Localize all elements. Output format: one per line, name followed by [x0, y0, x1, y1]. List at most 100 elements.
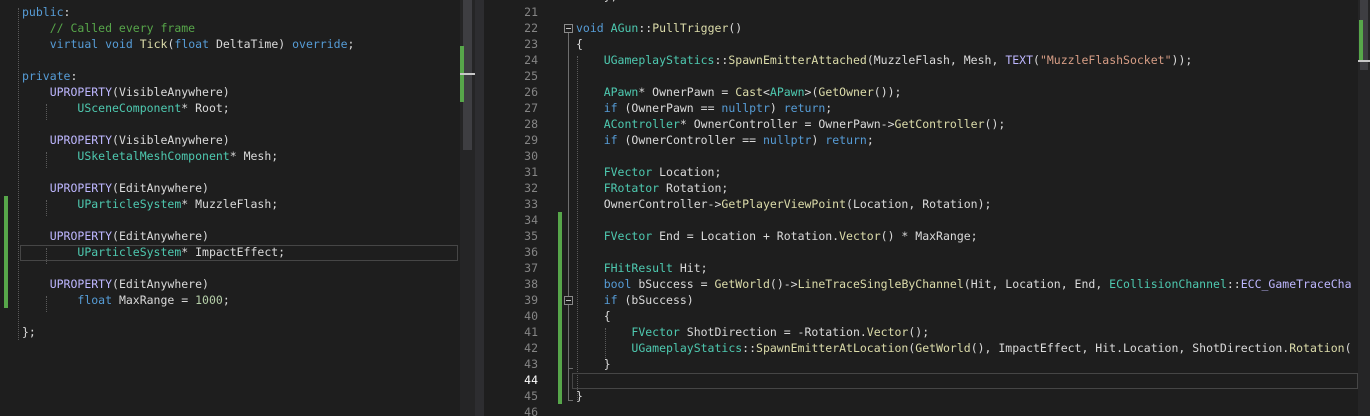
code-line[interactable]: FRotator Rotation;	[576, 180, 729, 196]
code-line[interactable]: UParticleSystem* ImpactEffect;	[22, 244, 285, 260]
code-line[interactable]: UPROPERTY(VisibleAnywhere)	[22, 132, 230, 148]
code-token: (VisibleAnywhere)	[112, 85, 230, 99]
left-code-editor[interactable]: public: // Called every frame virtual vo…	[0, 0, 475, 416]
line-number: 43	[524, 357, 538, 371]
code-token: Vector	[839, 229, 881, 243]
code-line[interactable]: };	[22, 324, 36, 340]
code-line[interactable]: AController* OwnerController = OwnerPawn…	[576, 116, 1006, 132]
code-line[interactable]: FVector ShotDirection = -Rotation.Vector…	[576, 324, 929, 340]
code-line[interactable]: APawn* OwnerPawn = Cast<APawn>(GetOwner(…	[576, 84, 902, 100]
code-token: UPROPERTY	[49, 229, 113, 243]
code-line[interactable]: float MaxRange = 1000;	[22, 292, 229, 308]
line-number: 26	[524, 85, 538, 99]
code-token: ()->	[769, 277, 798, 291]
code-line[interactable]: USceneComponent* Root;	[22, 100, 229, 116]
line-number: 41	[524, 325, 538, 339]
code-line[interactable]: USkeletalMeshComponent* Mesh;	[22, 148, 278, 164]
code-line[interactable]: if (bSuccess)	[576, 292, 694, 308]
code-line[interactable]: }	[576, 388, 583, 404]
code-line[interactable]: void AGun::PullTrigger()	[576, 20, 742, 36]
code-token: ;	[866, 133, 874, 147]
code-line[interactable]: };	[576, 0, 618, 4]
code-line[interactable]: FHitResult Hit;	[576, 260, 708, 276]
code-line[interactable]: OwnerController->GetPlayerViewPoint(Loca…	[576, 196, 992, 212]
change-indicator	[558, 212, 562, 404]
code-token: override	[292, 37, 348, 51]
code-line[interactable]: // Called every frame	[22, 20, 195, 36]
code-line[interactable]: UPROPERTY(EditAnywhere)	[22, 180, 209, 196]
line-number: 36	[524, 245, 538, 259]
code-line[interactable]: if (OwnerController == nullptr) return;	[576, 132, 874, 148]
line-number: 45	[524, 389, 538, 403]
collapse-toggle-icon[interactable]	[564, 24, 573, 33]
code-token: End = Location + Rotation.	[652, 229, 840, 243]
code-token: ECC_GameTraceCha	[1240, 277, 1352, 291]
left-vertical-scrollbar[interactable]	[460, 0, 475, 416]
collapse-toggle-icon[interactable]	[564, 296, 573, 305]
code-line[interactable]: private:	[22, 68, 77, 84]
code-token: GetWorld	[915, 341, 971, 355]
code-token: nullptr	[762, 133, 812, 147]
line-number: 24	[524, 53, 538, 67]
code-token: MaxRange =	[112, 293, 196, 307]
code-token: UPROPERTY	[49, 181, 113, 195]
code-token: Vector	[866, 325, 909, 339]
pane-splitter[interactable]	[475, 0, 484, 416]
code-token: UParticleSystem	[77, 197, 182, 211]
code-line[interactable]: public:	[22, 4, 70, 20]
code-token: float	[174, 37, 210, 51]
code-line[interactable]: UPROPERTY(EditAnywhere)	[22, 276, 209, 292]
code-token: FHitResult	[603, 261, 673, 275]
code-token: FVector	[631, 325, 680, 339]
right-code-editor[interactable]: 21 22 23 24 25 26 27 28 29 30 31 32 33 34 35 36 37 38 39 40…	[484, 0, 1370, 416]
code-line[interactable]: {	[576, 308, 611, 324]
code-line[interactable]: UPROPERTY(EditAnywhere)	[22, 228, 209, 244]
code-token: (OwnerPawn ==	[617, 101, 722, 115]
code-line[interactable]: FVector Location;	[576, 164, 722, 180]
code-token: * OwnerPawn =	[638, 85, 736, 99]
line-number: 21	[524, 5, 538, 19]
code-line[interactable]: virtual void Tick(float DeltaTime) overr…	[22, 36, 355, 52]
code-line[interactable]: bool bSuccess = GetWorld()->LineTraceSin…	[576, 276, 1352, 292]
code-line[interactable]: {	[576, 36, 583, 52]
code-line[interactable]: UGameplayStatics::SpawnEmitterAtLocation…	[576, 340, 1351, 356]
code-token: (bSuccess)	[617, 293, 694, 307]
code-token: ::	[714, 53, 729, 67]
code-line[interactable]: UParticleSystem* MuzzleFlash;	[22, 196, 278, 212]
code-token: (	[1033, 53, 1040, 67]
code-token: (), ImpactEffect, Hit.Location, ShotDire…	[970, 341, 1290, 355]
code-line[interactable]: if (OwnerPawn == nullptr) return;	[576, 100, 833, 116]
code-token: APawn	[769, 85, 805, 99]
code-token: USkeletalMeshComponent	[77, 149, 230, 163]
line-number: 23	[524, 37, 538, 51]
line-number: 34	[524, 213, 538, 227]
line-number: 30	[524, 149, 538, 163]
code-token: )	[811, 133, 826, 147]
code-token: LineTraceSingleByChannel	[797, 277, 964, 291]
code-token: Hit;	[672, 261, 708, 275]
code-line[interactable]: UGameplayStatics::SpawnEmitterAttached(M…	[576, 52, 1193, 68]
code-line[interactable]: UPROPERTY(VisibleAnywhere)	[22, 84, 230, 100]
code-token: GetOwner	[818, 85, 874, 99]
code-token: (MuzzleFlash, Mesh,	[866, 53, 1006, 67]
code-token: :	[70, 69, 78, 83]
line-number: 31	[524, 165, 538, 179]
right-vertical-scrollbar[interactable]	[1358, 0, 1370, 416]
code-token: (Location, Rotation);	[846, 197, 992, 211]
code-token: float	[77, 293, 113, 307]
fold-end	[568, 368, 573, 369]
code-token: };	[576, 0, 618, 3]
left-scrollbar-thumb[interactable]	[463, 0, 472, 150]
code-line[interactable]: }	[576, 356, 611, 372]
line-number: 46	[524, 405, 538, 416]
code-token: FVector	[603, 165, 653, 179]
code-line[interactable]: FVector End = Location + Rotation.Vector…	[576, 228, 978, 244]
